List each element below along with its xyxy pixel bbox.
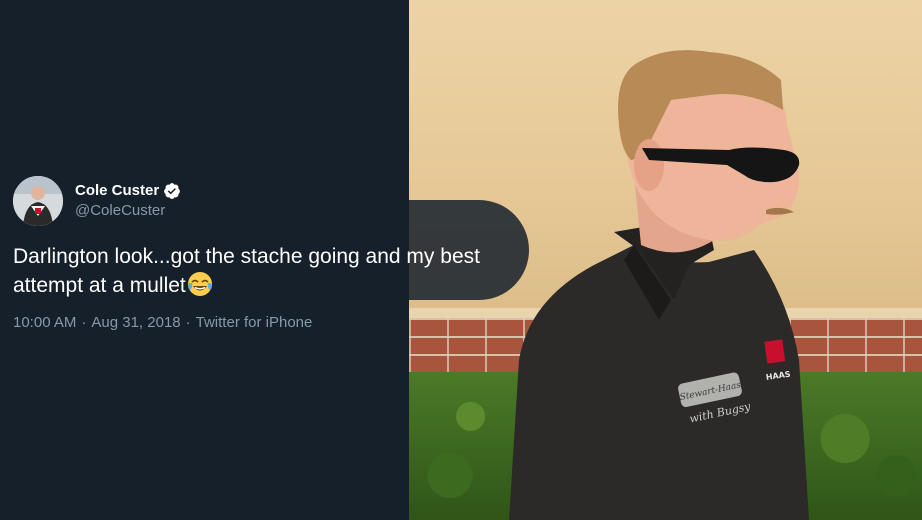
avatar-image [13,176,63,226]
tweet-body: Darlington look...got the stache going a… [13,242,543,300]
tweet-author: Cole Custer @ColeCuster [75,181,181,221]
tweet-card: Cole Custer @ColeCuster Darlington look.… [13,176,543,331]
tweet-text: Darlington look...got the stache going a… [13,245,480,297]
tweet-source[interactable]: Twitter for iPhone [196,314,313,331]
user-handle[interactable]: @ColeCuster [75,201,181,221]
tweet-date[interactable]: Aug 31, 2018 [91,314,180,331]
screenshot-canvas: Stewart-Haas with Bugsy HAAS Cole Custer… [0,0,922,520]
verified-badge-icon [163,182,181,200]
meta-separator: · [185,314,191,331]
display-name[interactable]: Cole Custer [75,181,159,201]
tweet-meta: 10:00 AM · Aug 31, 2018 · Twitter for iPhone [13,314,543,331]
tweet-header: Cole Custer @ColeCuster [13,176,543,226]
profile-avatar[interactable] [13,176,63,226]
tweet-time[interactable]: 10:00 AM [13,314,76,331]
meta-separator: · [81,314,87,331]
tears-of-joy-emoji-icon [187,271,213,297]
display-name-row: Cole Custer [75,181,181,201]
